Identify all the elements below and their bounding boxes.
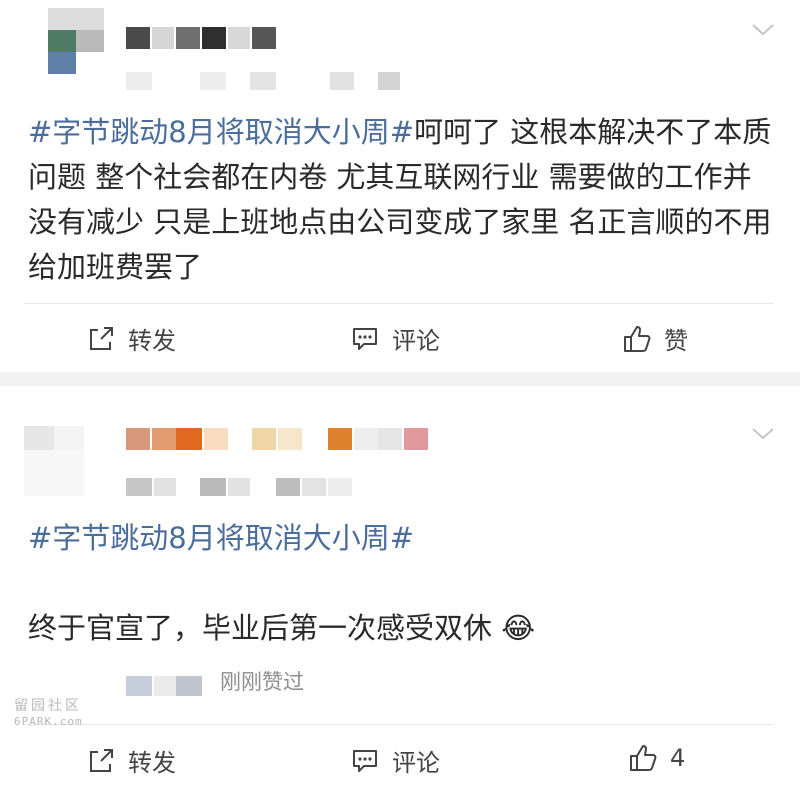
repost-label: 转发 xyxy=(128,327,176,355)
divider xyxy=(24,724,774,725)
post-text: #字节跳动8月将取消大小周#呵呵了 这根本解决不了本质问题 整个社会都在内卷 尤… xyxy=(28,110,778,290)
like-button[interactable]: 4 xyxy=(628,743,685,773)
topic-link[interactable]: #字节跳动8月将取消大小周# xyxy=(28,521,414,555)
repost-icon xyxy=(86,324,116,354)
watermark-line-1: 留园社区 xyxy=(14,698,82,714)
divider xyxy=(24,303,774,304)
comment-icon xyxy=(350,324,380,354)
like-label: 赞 xyxy=(664,327,688,355)
like-count: 4 xyxy=(670,744,686,772)
comment-button[interactable]: 评论 xyxy=(350,321,440,356)
watermark-line-2: 6PARK.com xyxy=(14,715,83,728)
thumbs-up-icon xyxy=(628,743,658,773)
post-body: 终于官宣了，毕业后第一次感受双休 xyxy=(28,611,493,645)
comment-button[interactable]: 评论 xyxy=(350,743,440,778)
feed-separator xyxy=(0,372,800,386)
comment-label: 评论 xyxy=(392,749,440,777)
liked-status: 刚刚赞过 xyxy=(220,670,304,694)
post-text: 终于官宣了，毕业后第一次感受双休 😂 xyxy=(28,606,778,651)
repost-button[interactable]: 转发 xyxy=(86,321,176,356)
avatar-blurred[interactable] xyxy=(24,426,84,496)
chevron-down-icon[interactable] xyxy=(750,20,776,40)
avatar-blurred[interactable] xyxy=(48,8,104,74)
topic-line: #字节跳动8月将取消大小周# xyxy=(28,516,778,561)
repost-icon xyxy=(86,746,116,776)
laughing-emoji-icon: 😂 xyxy=(501,611,536,645)
chevron-down-icon[interactable] xyxy=(750,424,776,444)
comment-icon xyxy=(350,746,380,776)
comment-label: 评论 xyxy=(392,327,440,355)
repost-button[interactable]: 转发 xyxy=(86,743,176,778)
thumbs-up-icon xyxy=(622,324,652,354)
site-watermark: 留园社区 6PARK.com xyxy=(14,698,104,730)
repost-label: 转发 xyxy=(128,749,176,777)
weibo-post-2: #字节跳动8月将取消大小周# 终于官宣了，毕业后第一次感受双休 😂 刚刚赞过 转… xyxy=(0,386,800,791)
like-button[interactable]: 赞 xyxy=(622,321,688,356)
weibo-post-1: #字节跳动8月将取消大小周#呵呵了 这根本解决不了本质问题 整个社会都在内卷 尤… xyxy=(0,0,800,372)
topic-link[interactable]: #字节跳动8月将取消大小周# xyxy=(28,115,414,149)
